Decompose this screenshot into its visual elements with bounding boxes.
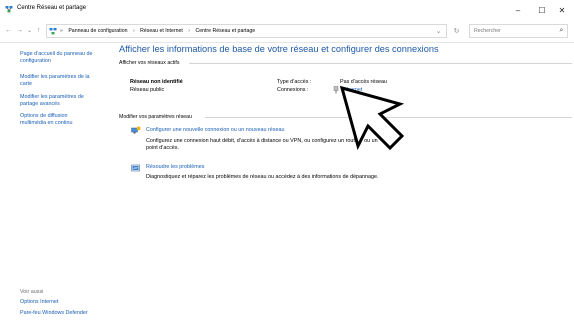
active-networks-label: Afficher vos réseaux actifs	[119, 60, 180, 66]
task-troubleshoot-desc: Diagnostiquez et réparez les problèmes d…	[146, 174, 379, 180]
breadcrumb-network-icon	[49, 28, 57, 35]
minimize-button[interactable]: –	[505, 0, 531, 20]
sidebar-link-line: partage avancés	[20, 101, 60, 107]
see-also-internet-options[interactable]: Options Internet	[20, 299, 110, 306]
sidebar-link-advanced-sharing[interactable]: Modifier les paramètres de partage avanc…	[20, 94, 110, 108]
breadcrumb: » Panneau de configuration › Réseau et I…	[60, 28, 259, 34]
sidebar-link-line: multimédia en continu	[20, 120, 73, 126]
search-icon[interactable]: ⌕	[557, 26, 566, 35]
divider	[189, 63, 572, 64]
title-bar	[0, 0, 574, 20]
mouse-pointer-icon	[339, 85, 405, 151]
task-new-connection-desc: point d’accès.	[146, 145, 179, 151]
back-arrow-icon[interactable]: ←	[4, 26, 13, 35]
forward-arrow-icon[interactable]: →	[15, 26, 24, 35]
sidebar-link-line: Modifier les paramètres de	[20, 94, 84, 100]
up-arrow-icon[interactable]: ↑	[34, 26, 43, 35]
close-button[interactable]: ✕	[549, 0, 574, 20]
breadcrumb-item-control-panel[interactable]: Panneau de configuration	[68, 28, 127, 34]
access-type-label: Type d’accès :	[277, 79, 312, 85]
sidebar-link-adapter-settings[interactable]: Modifier les paramètres de la carte	[20, 74, 110, 88]
connections-label: Connexions :	[277, 87, 309, 93]
troubleshoot-icon	[131, 164, 140, 172]
sidebar-link-line: configuration	[20, 58, 51, 64]
breadcrumb-separator-icon: ›	[132, 28, 135, 34]
new-connection-icon	[131, 126, 141, 134]
breadcrumb-item-network-internet[interactable]: Réseau et Internet	[140, 28, 183, 34]
sidebar-link-line: Page d’accueil du panneau de	[20, 51, 93, 57]
task-new-connection-link[interactable]: Configurer une nouvelle connexion ou un …	[146, 127, 284, 133]
search-placeholder: Rechercher	[474, 28, 501, 34]
sidebar-link-line: carte	[20, 81, 32, 87]
address-dropdown-icon[interactable]: ⌄	[434, 26, 443, 35]
change-settings-label: Modifier vos paramètres réseau	[119, 114, 192, 120]
recent-locations-icon[interactable]: ⌄	[25, 26, 34, 35]
breadcrumb-separator-icon: ›	[188, 28, 190, 34]
window-title: Centre Réseau et partage	[17, 5, 87, 11]
network-center-icon	[5, 6, 13, 13]
network-profile: Réseau public	[130, 87, 165, 93]
network-name: Réseau non identifié	[130, 79, 183, 85]
sidebar-link-control-panel-home[interactable]: Page d’accueil du panneau de configurati…	[20, 51, 110, 65]
page-title: Afficher les informations de base de vot…	[119, 44, 439, 54]
refresh-icon[interactable]: ↻	[452, 26, 461, 35]
sidebar-link-media-streaming[interactable]: Options de diffusion multimédia en conti…	[20, 113, 110, 127]
breadcrumb-item-network-center[interactable]: Centre Réseau et partage	[195, 28, 255, 34]
see-also-windows-firewall[interactable]: Pare-feu Windows Defender	[20, 310, 110, 317]
task-troubleshoot-link[interactable]: Résoudre les problèmes	[146, 164, 204, 170]
sidebar-link-line: Options de diffusion	[20, 113, 68, 119]
sidebar-link-line: Modifier les paramètres de la	[20, 74, 90, 80]
breadcrumb-overflow-icon[interactable]: »	[60, 28, 63, 34]
see-also-title: Voir aussi	[20, 289, 44, 295]
